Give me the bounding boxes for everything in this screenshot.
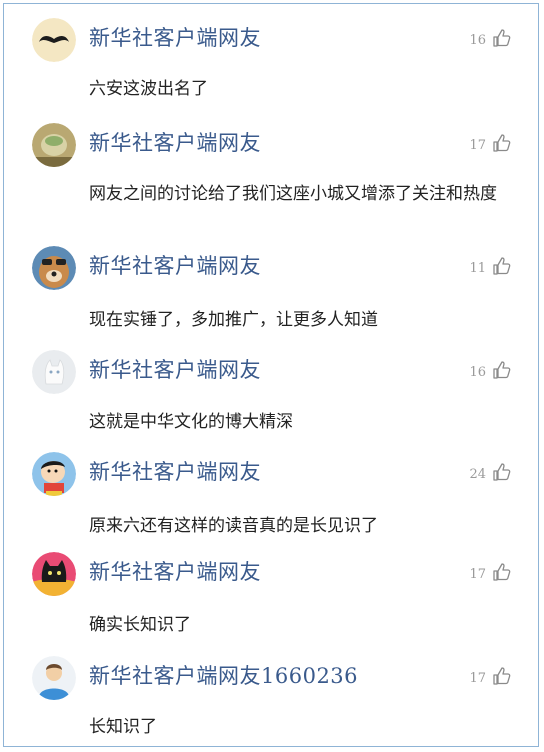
thumbs-up-icon[interactable] [492, 256, 512, 276]
like-button[interactable]: 17 [469, 132, 512, 153]
like-button[interactable]: 24 [469, 461, 512, 482]
comment-text: 网友之间的讨论给了我们这座小城又增添了关注和热度 [89, 184, 497, 204]
comment-text: 确实长知识了 [89, 615, 191, 635]
comment-text: 这就是中华文化的博大精深 [89, 412, 293, 432]
like-count: 17 [469, 567, 486, 582]
thumbs-up-icon[interactable] [492, 360, 512, 380]
comment-text: 原来六还有这样的读音真的是长见识了 [89, 516, 378, 536]
comment-list: 新华社客户端网友 16 六安这波出名了 新华社客户端网友 17 网友之间的讨论给… [3, 3, 539, 747]
default-person-avatar[interactable] [32, 656, 76, 700]
comment-text: 六安这波出名了 [89, 79, 208, 99]
thumbs-up-icon[interactable] [492, 562, 512, 582]
like-count: 24 [469, 467, 486, 482]
food-avatar[interactable] [32, 123, 76, 167]
like-count: 16 [469, 365, 486, 380]
like-button[interactable]: 17 [469, 665, 512, 686]
like-count: 17 [469, 138, 486, 153]
username[interactable]: 新华社客户端网友 [89, 22, 261, 52]
thumbs-up-icon[interactable] [492, 133, 512, 153]
like-button[interactable]: 11 [469, 255, 512, 276]
username[interactable]: 新华社客户端网友 [89, 354, 261, 384]
username[interactable]: 新华社客户端网友 [89, 556, 261, 586]
like-button[interactable]: 16 [469, 27, 512, 48]
comment-text: 现在实锤了，多加推广，让更多人知道 [89, 310, 378, 330]
white-cat-avatar[interactable] [32, 350, 76, 394]
mustache-avatar[interactable] [32, 18, 76, 62]
username[interactable]: 新华社客户端网友 [89, 127, 261, 157]
black-cat-avatar[interactable] [32, 552, 76, 596]
comment-text: 长知识了 [89, 717, 157, 737]
username[interactable]: 新华社客户端网友 [89, 250, 261, 280]
like-count: 11 [469, 261, 486, 276]
thumbs-up-icon[interactable] [492, 666, 512, 686]
username[interactable]: 新华社客户端网友 [89, 456, 261, 486]
like-count: 17 [469, 671, 486, 686]
like-count: 16 [469, 33, 486, 48]
like-button[interactable]: 17 [469, 561, 512, 582]
cartoon-boy-avatar[interactable] [32, 452, 76, 496]
like-button[interactable]: 16 [469, 359, 512, 380]
thumbs-up-icon[interactable] [492, 28, 512, 48]
dog-avatar[interactable] [32, 246, 76, 290]
username[interactable]: 新华社客户端网友1660236 [89, 660, 358, 690]
thumbs-up-icon[interactable] [492, 462, 512, 482]
